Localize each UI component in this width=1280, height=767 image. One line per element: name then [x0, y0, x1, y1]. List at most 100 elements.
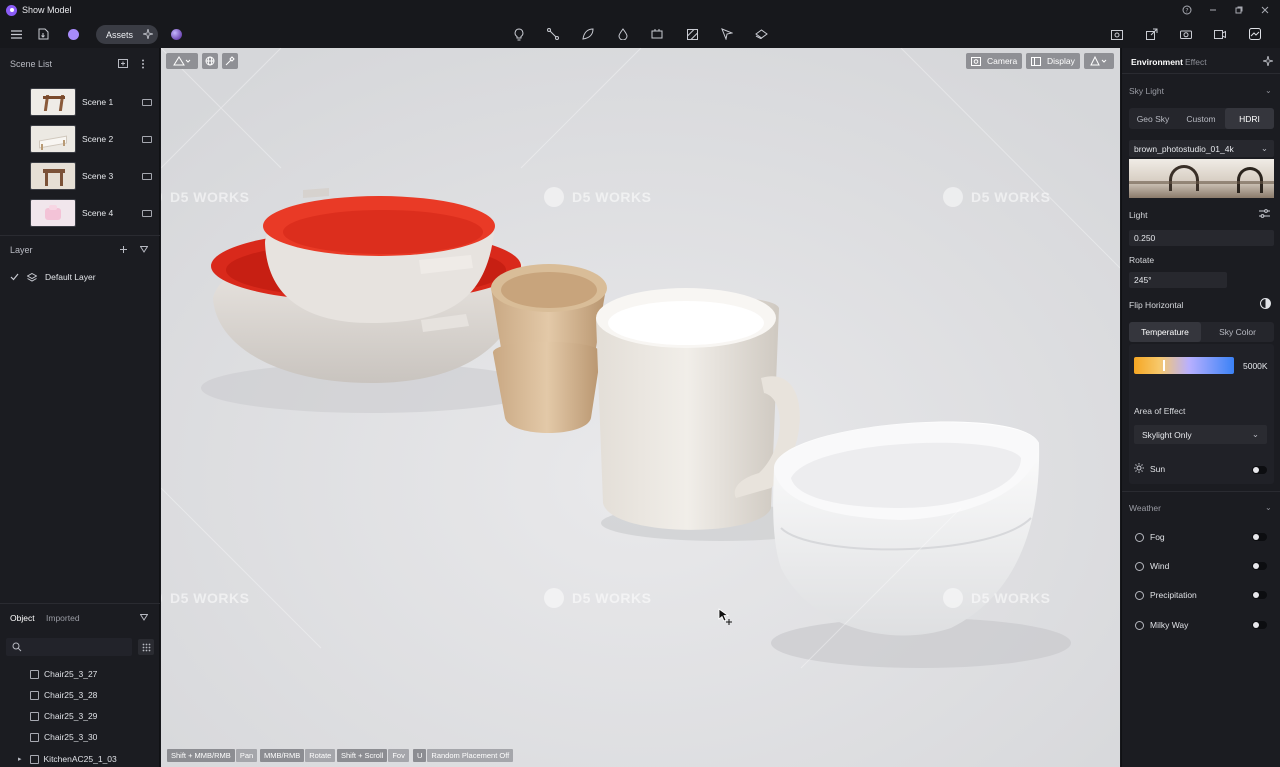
transform-mode-button[interactable] [166, 53, 198, 69]
sparkle-icon[interactable] [140, 24, 156, 44]
leaf-vegetation-icon[interactable] [579, 24, 597, 44]
texture-map-icon[interactable] [683, 24, 701, 44]
add-scene-icon[interactable] [118, 59, 128, 68]
app-logo-icon [6, 4, 17, 16]
hint-fov: Shift + Scroll Fov [337, 749, 409, 762]
milky-way-toggle[interactable] [1252, 621, 1267, 629]
watermark: D5 WORKS [161, 187, 249, 207]
scene-camera-icon[interactable] [142, 135, 152, 143]
tab-environment[interactable]: Environment [1131, 57, 1183, 67]
mode-custom[interactable]: Custom [1177, 108, 1225, 129]
area-of-effect-label: Area of Effect [1134, 406, 1186, 416]
object-item[interactable]: Chair25_3_27 [30, 666, 97, 682]
scene-item[interactable]: Scene 2 [30, 124, 152, 154]
export-icon[interactable] [1143, 24, 1161, 44]
eyedropper-icon[interactable] [222, 53, 238, 69]
scene-camera-icon[interactable] [142, 209, 152, 217]
watermark: D5 WORKS [161, 588, 249, 608]
object-group-item[interactable]: ▸ KitchenAC25_1_03 [18, 751, 117, 767]
camera-capture-icon[interactable] [1177, 24, 1195, 44]
scene-item[interactable]: Scene 3 [30, 161, 152, 191]
layer-item[interactable]: Default Layer [10, 270, 96, 284]
rotate-label: Rotate [1129, 255, 1155, 265]
sun-label: Sun [1150, 464, 1166, 474]
render-icon[interactable] [1108, 24, 1126, 44]
hdri-preview[interactable] [1129, 159, 1274, 198]
chevron-right-icon[interactable]: ▸ [18, 755, 22, 763]
grid-view-icon[interactable] [138, 639, 154, 655]
object-item[interactable]: Chair25_3_30 [30, 729, 97, 745]
filter-icon[interactable] [140, 246, 148, 253]
sun-toggle[interactable] [1252, 466, 1267, 474]
area-of-effect-select[interactable]: Skylight Only ⌄ [1134, 425, 1267, 444]
sparkle-icon[interactable] [1263, 56, 1273, 66]
tab-temperature[interactable]: Temperature [1129, 322, 1201, 342]
svg-text:?: ? [1185, 8, 1188, 15]
import-file-icon[interactable] [35, 24, 51, 44]
restore-icon[interactable] [1226, 0, 1252, 20]
3d-viewport[interactable]: D5 WORKS D5 WORKS D5 WORKS D5 WORKS D5 W… [161, 48, 1120, 767]
minimize-icon[interactable] [1200, 0, 1226, 20]
tab-imported[interactable]: Imported [46, 613, 80, 623]
more-options-icon[interactable] [141, 59, 145, 69]
mode-geo-sky[interactable]: Geo Sky [1129, 108, 1177, 129]
video-icon[interactable] [1211, 24, 1229, 44]
flip-horizontal-toggle-icon[interactable] [1260, 298, 1271, 309]
select-pointer-icon[interactable] [718, 24, 736, 44]
material-sphere-icon[interactable] [168, 24, 184, 44]
object-item[interactable]: Chair25_3_29 [30, 708, 97, 724]
sun-icon [1134, 463, 1144, 473]
layer-label: Default Layer [45, 272, 96, 282]
object-label: Chair25_3_27 [44, 669, 98, 679]
tab-sky-color[interactable]: Sky Color [1201, 322, 1274, 342]
path-tool-icon[interactable] [544, 24, 562, 44]
temperature-value: 5000K [1243, 361, 1268, 371]
water-drop-icon[interactable] [614, 24, 632, 44]
object-item[interactable]: Chair25_3_28 [30, 687, 97, 703]
weather-header: Weather [1129, 503, 1161, 513]
scene-item[interactable]: Scene 4 [30, 198, 152, 228]
add-layer-icon[interactable] [119, 245, 128, 254]
fog-icon [1135, 532, 1144, 542]
wind-icon [1135, 561, 1144, 571]
mode-hdri[interactable]: HDRI [1225, 108, 1274, 129]
scene-camera-icon[interactable] [142, 172, 152, 180]
precipitation-toggle[interactable] [1252, 591, 1267, 599]
object-search-input[interactable] [6, 638, 132, 656]
tab-object[interactable]: Object [10, 613, 35, 623]
close-icon[interactable] [1252, 0, 1278, 20]
camera-button[interactable]: Camera [966, 53, 1022, 69]
scene-item[interactable]: Scene 1 [30, 87, 152, 117]
globe-icon[interactable] [202, 53, 218, 69]
wind-toggle[interactable] [1252, 562, 1267, 570]
display-button[interactable]: Display [1026, 53, 1080, 69]
chevron-down-icon[interactable]: ⌄ [1265, 503, 1272, 512]
scene-thumbnail [30, 199, 76, 227]
particle-icon[interactable] [648, 24, 666, 44]
milky-way-icon [1135, 620, 1144, 630]
temperature-slider[interactable] [1134, 357, 1234, 374]
fog-toggle[interactable] [1252, 533, 1267, 541]
scene-list-header: Scene List [10, 59, 53, 69]
light-label: Light [1129, 210, 1148, 220]
ai-assist-icon[interactable] [65, 24, 81, 44]
help-icon[interactable]: ? [1174, 0, 1200, 20]
scene-label: Scene 2 [82, 134, 114, 144]
filter-icon[interactable] [140, 614, 148, 621]
chevron-down-icon[interactable]: ⌄ [1265, 86, 1272, 95]
sliders-icon[interactable] [1259, 209, 1270, 218]
slider-handle[interactable] [1163, 360, 1165, 371]
scene-camera-icon[interactable] [142, 98, 152, 106]
rotate-value-input[interactable]: 245° [1129, 272, 1227, 288]
environment-panel-icon[interactable] [1246, 24, 1264, 44]
light-bulb-icon[interactable] [510, 24, 528, 44]
light-value-input[interactable]: 0.250 [1129, 230, 1274, 246]
menu-icon[interactable] [8, 24, 24, 44]
divider [1122, 73, 1280, 74]
group-icon [29, 754, 39, 764]
hdri-select[interactable]: brown_photostudio_01_4k ⌄ [1129, 140, 1274, 157]
tab-effect[interactable]: Effect [1185, 57, 1207, 67]
view-options-button[interactable] [1084, 53, 1114, 69]
terrain-icon[interactable] [752, 24, 770, 44]
cube-icon [30, 690, 39, 700]
